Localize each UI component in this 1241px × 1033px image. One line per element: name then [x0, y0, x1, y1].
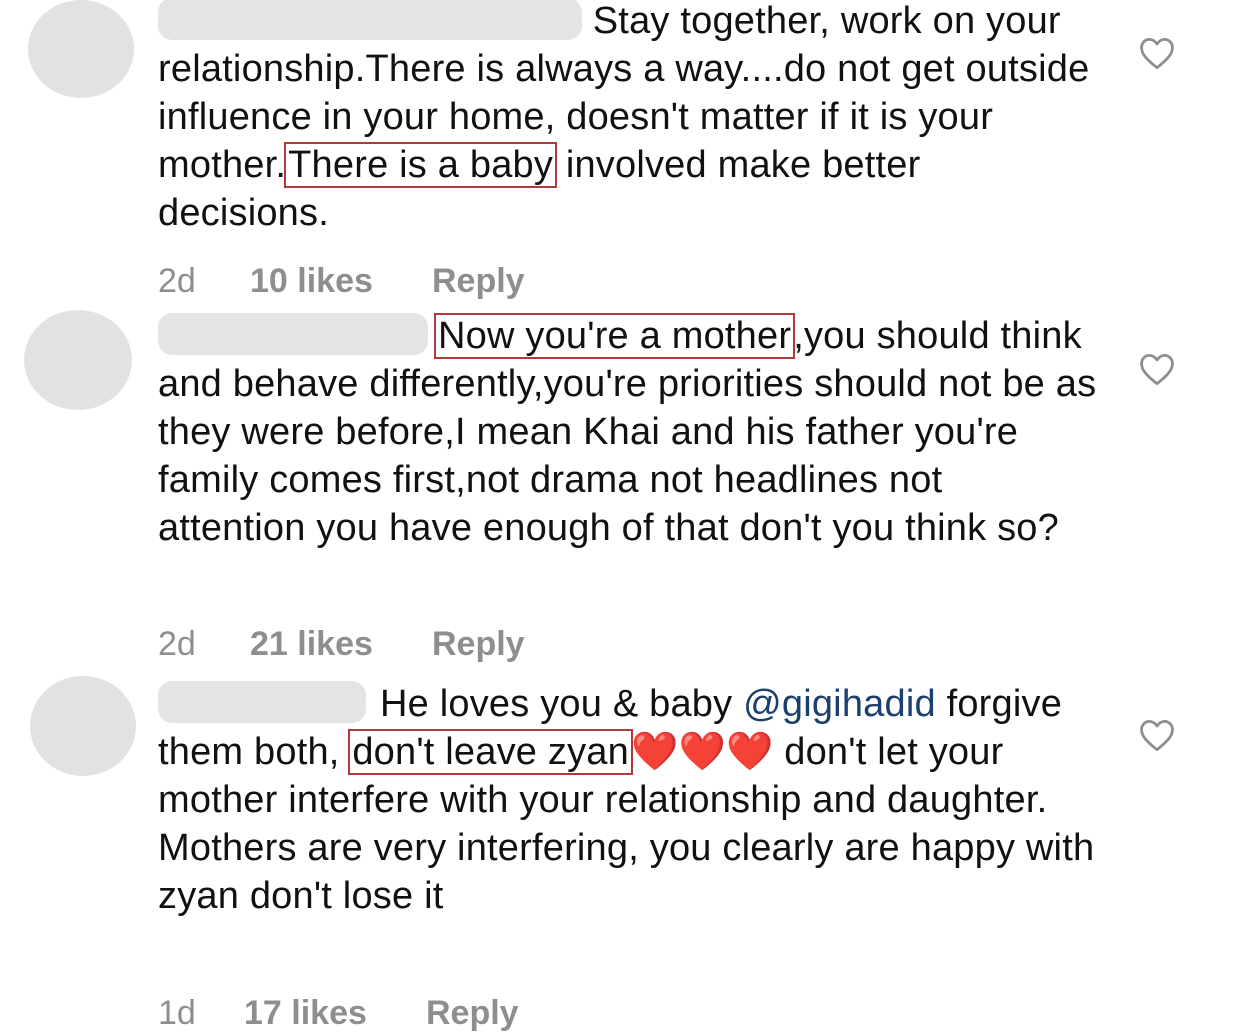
comment-2: Now you're a mother,you should think and…: [0, 310, 1241, 675]
comment-age: 2d: [158, 625, 196, 663]
blurred-username[interactable]: [158, 680, 366, 723]
comment-meta: 2d 10 likes Reply: [158, 262, 525, 301]
blurred-username[interactable]: [158, 0, 582, 40]
comment-age: 2d: [158, 262, 196, 300]
heart-outline-icon[interactable]: [1138, 718, 1176, 752]
comment-meta: 2d 21 likes Reply: [158, 625, 525, 664]
reply-button[interactable]: Reply: [432, 262, 525, 301]
highlight-box: Now you're a mother: [433, 313, 796, 359]
highlight-box: don't leave zyan: [348, 729, 633, 775]
reply-button[interactable]: Reply: [426, 994, 519, 1033]
comment-meta: 1d 17 likes Reply: [158, 994, 519, 1033]
avatar[interactable]: [24, 310, 132, 410]
highlight-box: There is a baby: [284, 142, 558, 188]
comment-text: He loves you & baby @gigihadid forgive t…: [158, 680, 1098, 920]
comment-text: Now you're a mother,you should think and…: [158, 312, 1098, 552]
mention-link[interactable]: @gigihadid: [743, 683, 936, 725]
heart-outline-icon[interactable]: [1138, 36, 1176, 70]
comment-age: 1d: [158, 994, 196, 1032]
heart-emojis: ❤️❤️❤️: [630, 731, 774, 773]
comment-text: Stay together, work on your relationship…: [158, 0, 1098, 237]
comment-1: Stay together, work on your relationship…: [0, 0, 1241, 310]
comment-3: He loves you & baby @gigihadid forgive t…: [0, 676, 1241, 1032]
likes-count[interactable]: 10 likes: [250, 262, 432, 301]
likes-count[interactable]: 17 likes: [244, 994, 426, 1033]
likes-count[interactable]: 21 likes: [250, 625, 432, 664]
blurred-username[interactable]: [158, 312, 428, 355]
heart-outline-icon[interactable]: [1138, 352, 1176, 386]
avatar[interactable]: [30, 676, 136, 776]
reply-button[interactable]: Reply: [432, 625, 525, 664]
avatar[interactable]: [28, 0, 134, 98]
